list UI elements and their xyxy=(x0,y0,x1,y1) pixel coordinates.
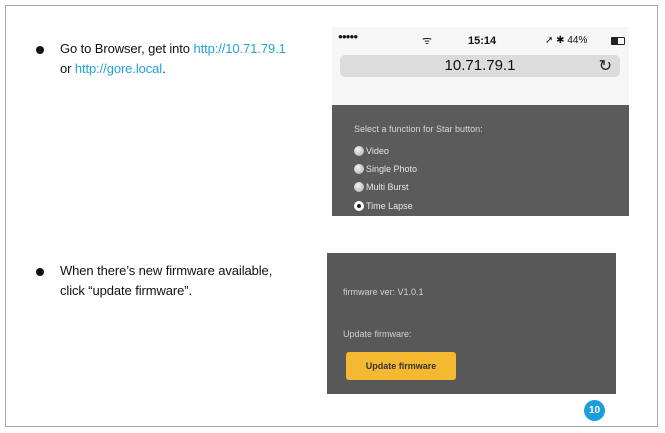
star-button-prompt: Select a function for Star button: xyxy=(354,124,483,134)
radio-multi-burst[interactable] xyxy=(354,182,364,192)
step-1-period: . xyxy=(162,61,166,76)
radio-single-photo[interactable] xyxy=(354,164,364,174)
step-2-line1: When there’s new firmware available, xyxy=(60,263,273,278)
step-2-text: When there’s new firmware available, cli… xyxy=(60,261,272,301)
page-number-badge: 10 xyxy=(584,400,605,421)
option-time-lapse-label: Time Lapse xyxy=(366,201,413,211)
firmware-version: firmware ver: V1.0.1 xyxy=(343,287,424,297)
phone-browser-screenshot: ●●●●● ᯤ 15:14 ➚ ✱ 44% 10.71.79.1 ↻ Selec… xyxy=(332,27,629,216)
status-right: ➚ ✱ 44% xyxy=(545,35,588,46)
reload-icon[interactable]: ↻ xyxy=(599,56,612,76)
link-gore-local[interactable]: http://gore.local xyxy=(75,61,162,76)
step-1-text: Go to Browser, get into http://10.71.79.… xyxy=(60,39,286,79)
bullet-2 xyxy=(36,268,44,276)
radio-time-lapse[interactable] xyxy=(354,201,364,211)
step-2-line2: click “update firmware”. xyxy=(60,283,192,298)
settings-panel xyxy=(332,105,629,216)
option-single-photo-label: Single Photo xyxy=(366,164,418,174)
step-1-prefix: Go to Browser, get into xyxy=(60,41,194,56)
browser-top-bar: ●●●●● ᯤ 15:14 ➚ ✱ 44% 10.71.79.1 ↻ xyxy=(332,27,629,106)
radio-video[interactable] xyxy=(354,146,364,156)
step-1-or: or xyxy=(60,61,75,76)
battery-icon xyxy=(611,37,625,45)
bullet-1 xyxy=(36,46,44,54)
firmware-screenshot: firmware ver: V1.0.1 Update firmware: Up… xyxy=(327,253,616,394)
option-multi-burst-label: Multi Burst xyxy=(366,182,409,192)
signal-indicator: ●●●●● xyxy=(338,32,358,41)
link-ip[interactable]: http://10.71.79.1 xyxy=(193,41,285,56)
update-firmware-label: Update firmware: xyxy=(343,329,412,339)
update-firmware-button[interactable]: Update firmware xyxy=(346,352,456,380)
option-video-label: Video xyxy=(366,146,389,156)
url-text: 10.71.79.1 xyxy=(444,57,516,74)
wifi-icon: ᯤ xyxy=(422,35,433,47)
clock: 15:14 xyxy=(468,35,497,47)
url-bar[interactable]: 10.71.79.1 ↻ xyxy=(340,55,620,77)
